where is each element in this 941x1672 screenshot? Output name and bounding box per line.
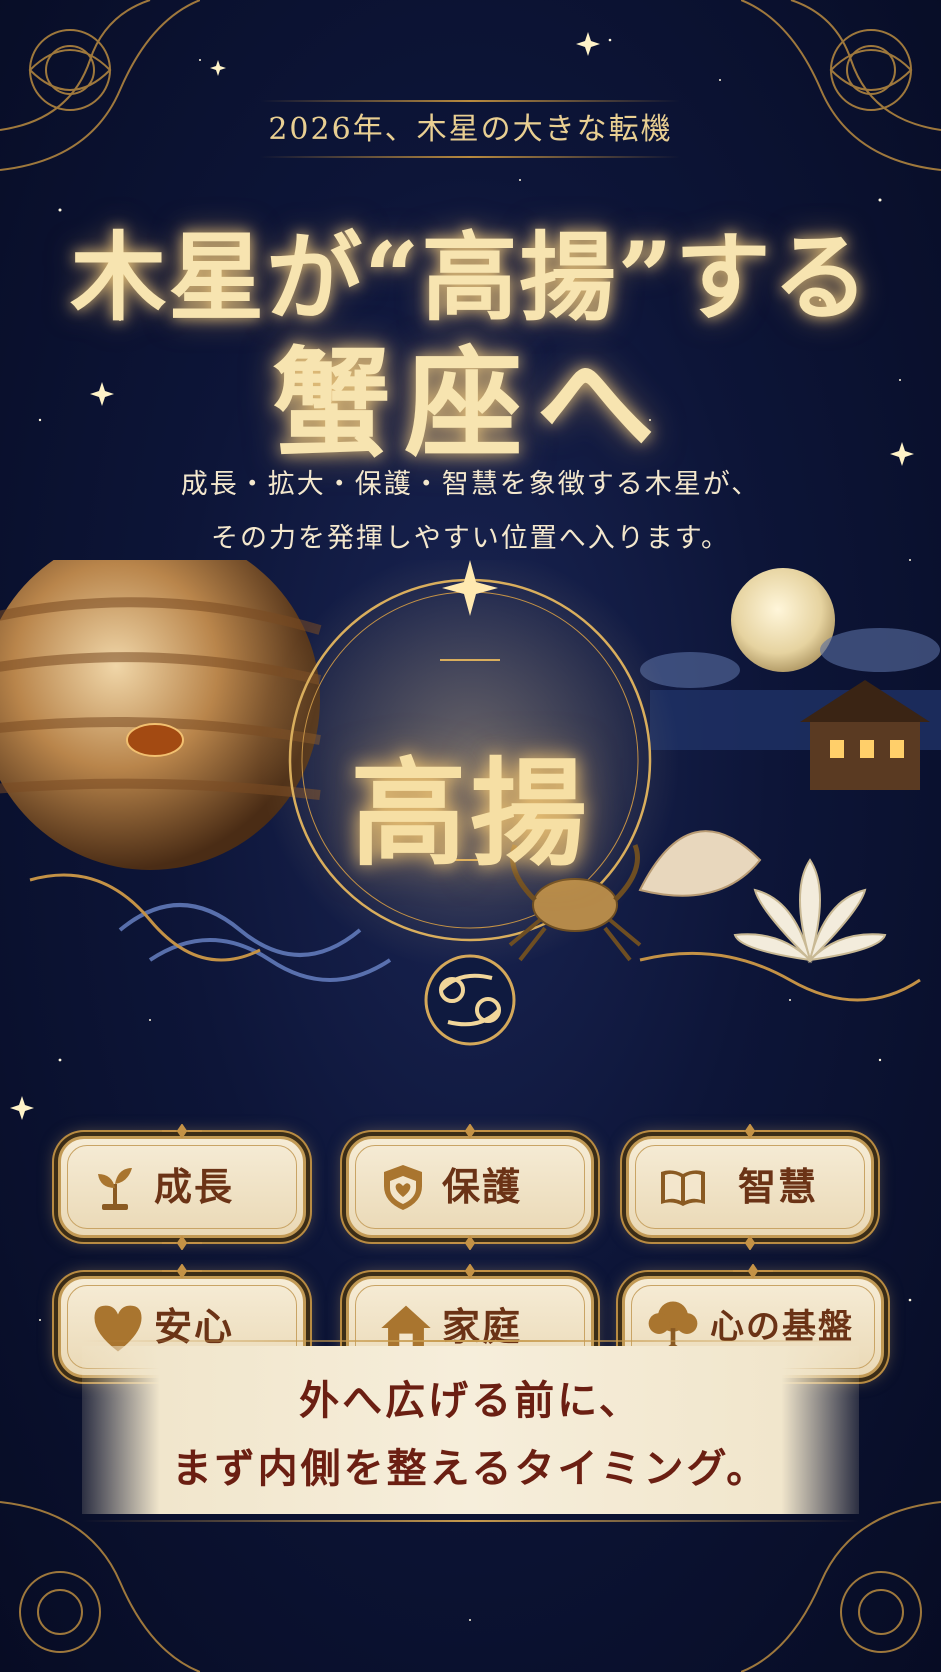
poster: 2026年、木星の大きな転機 木星が“高揚”する 蟹座へ 成長・拡大・保護・智慧… — [0, 0, 941, 1672]
tagline-divider — [260, 156, 680, 158]
corner-ornament — [0, 0, 200, 171]
shield-heart-icon — [384, 1165, 422, 1210]
exaltation-word: 高揚 — [350, 746, 591, 882]
keyword-chip-growth: 成長 — [58, 1124, 306, 1250]
sprout-icon — [98, 1168, 132, 1210]
banner-divider — [82, 1520, 859, 1522]
banner-divider — [82, 1340, 859, 1342]
keyword-chip-protection: 保護 — [346, 1124, 594, 1250]
keyword-label: 智慧 — [738, 1164, 819, 1209]
keyword-label: 保護 — [442, 1164, 523, 1209]
subtitle-line-1: 成長・拡大・保護・智慧を象徴する木星が、 — [180, 469, 761, 500]
tagline: 2026年、木星の大きな転機 — [268, 112, 673, 147]
keyword-chip-wisdom: 智慧 — [626, 1124, 874, 1250]
title-line-2: 蟹座へ — [272, 334, 669, 473]
moon — [731, 568, 835, 672]
corner-ornament — [741, 0, 941, 171]
banner-line-2: まず内側を整えるタイミング。 — [171, 1445, 770, 1492]
banner-line-1: 外へ広げる前に、 — [299, 1377, 642, 1424]
tagline-divider — [260, 100, 680, 102]
cancer-sign-icon — [424, 954, 516, 1046]
open-book-icon — [661, 1170, 705, 1206]
message-banner: 外へ広げる前に、 まず内側を整えるタイミング。 — [82, 1346, 859, 1514]
subtitle-line-2: その力を発揮しやすい位置へ入ります。 — [210, 523, 731, 554]
keyword-label: 成長 — [154, 1164, 235, 1209]
